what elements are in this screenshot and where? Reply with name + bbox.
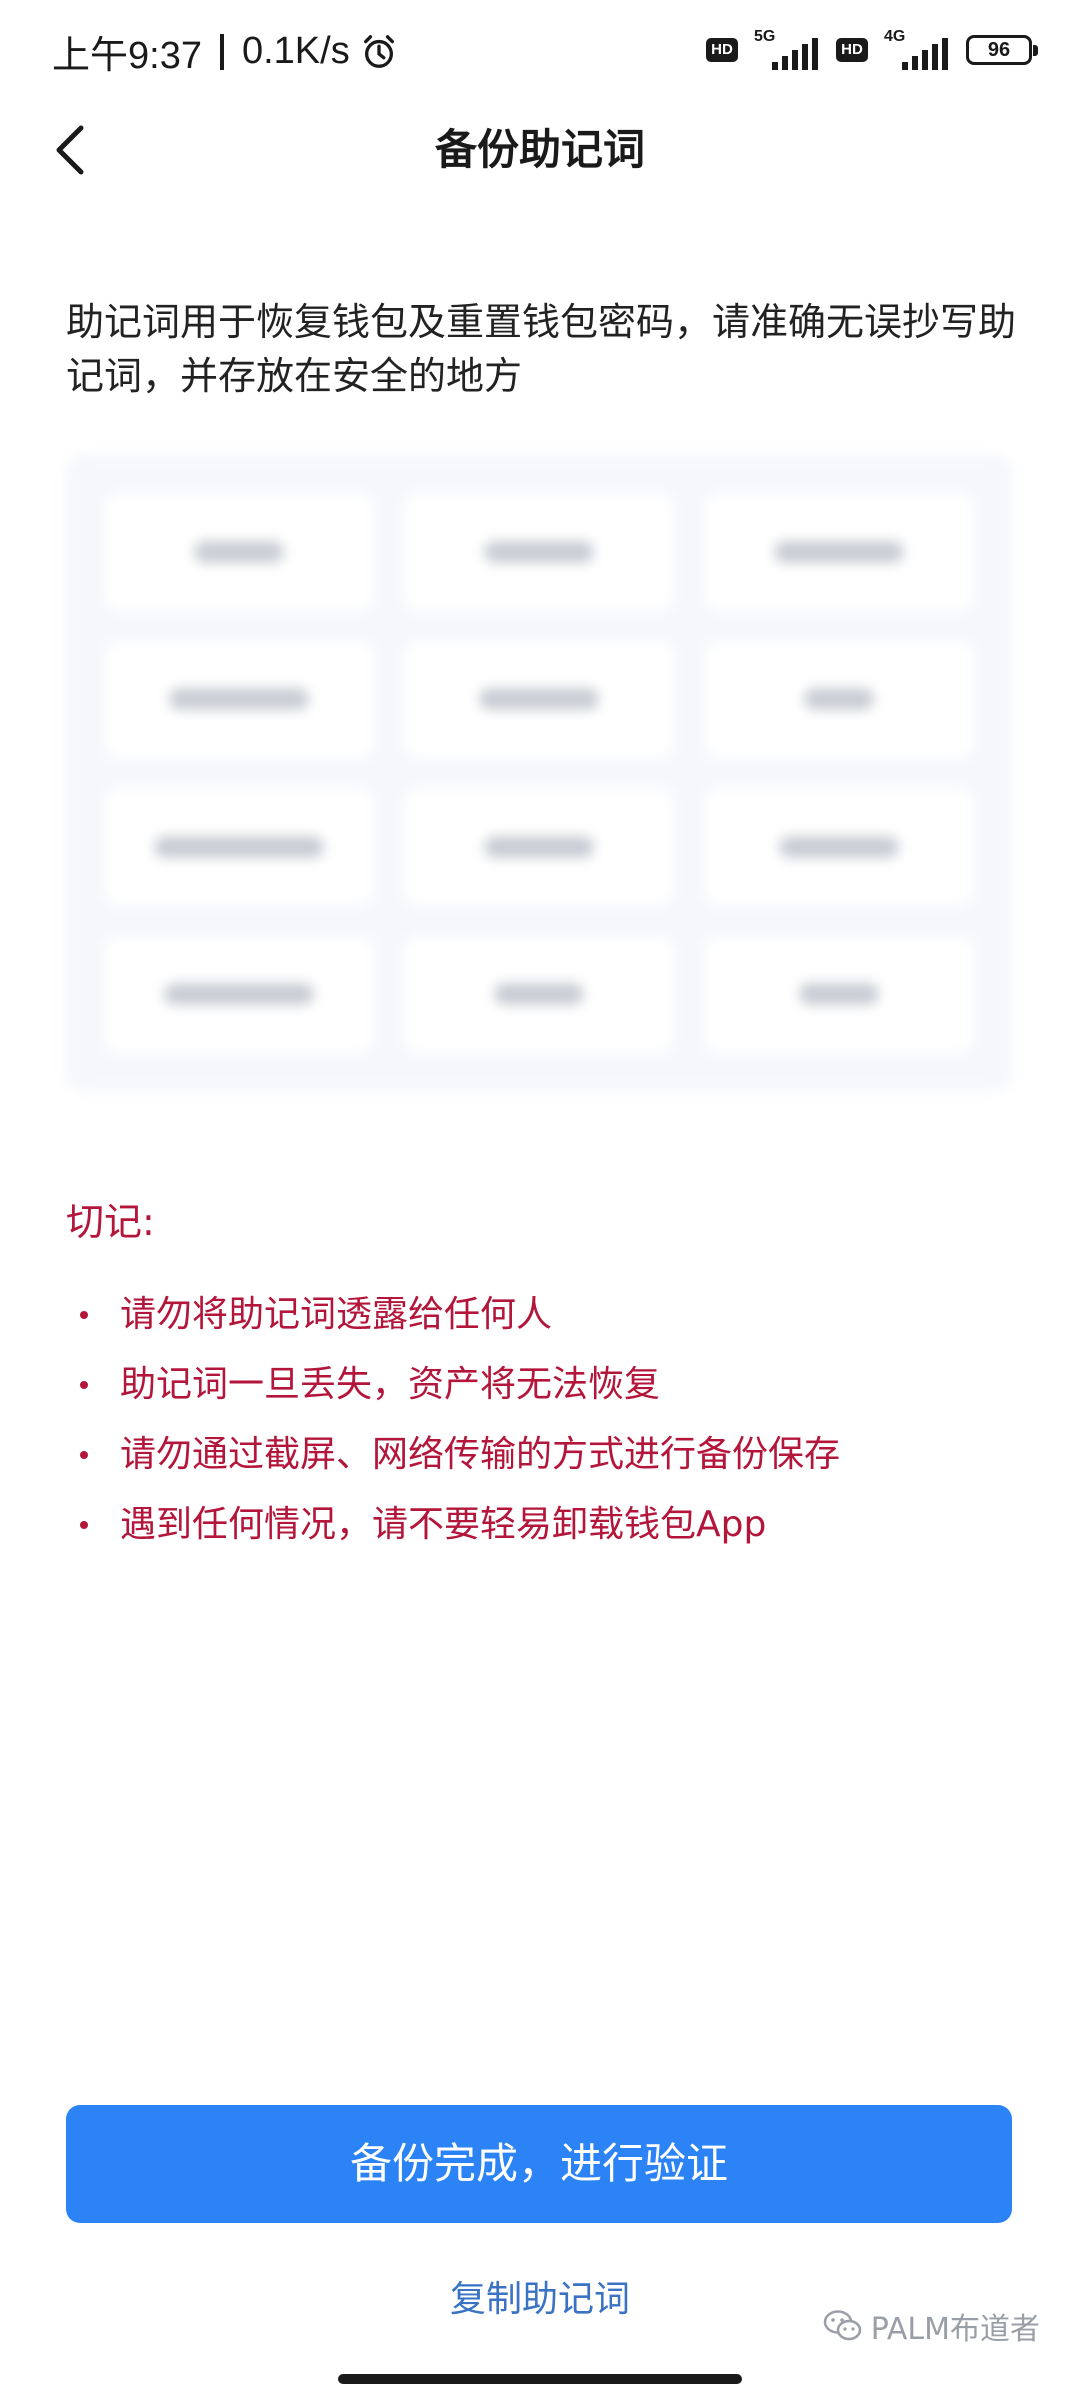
battery-level: 96: [987, 39, 1011, 61]
mnemonic-word: [104, 493, 374, 611]
battery-icon: 96: [966, 35, 1038, 65]
warning-item: 助记词一旦丢失，资产将无法恢复: [66, 1350, 1026, 1420]
mnemonic-word: [704, 935, 974, 1053]
mnemonic-word: [404, 493, 674, 611]
hd-badge-2: HD: [836, 38, 868, 62]
mnemonic-word: [104, 640, 374, 758]
alarm-icon: [363, 34, 394, 68]
wechat-icon: [823, 2310, 861, 2341]
hd-badge-1: HD: [706, 38, 738, 62]
network-5g: 5G: [752, 28, 822, 70]
mnemonic-word: [104, 788, 374, 906]
status-separator: [219, 33, 224, 70]
mnemonic-word: [104, 935, 374, 1053]
mnemonic-word: [404, 788, 674, 906]
page-title: 备份助记词: [434, 125, 645, 174]
mnemonic-grid: [66, 455, 1012, 1091]
warning-item: 遇到任何情况，请不要轻易卸载钱包App: [66, 1490, 1026, 1560]
mnemonic-word: [404, 935, 674, 1053]
mnemonic-word: [704, 788, 974, 906]
chevron-left-icon: [56, 125, 84, 175]
status-right: HD 5G HD 4G 96: [706, 28, 1038, 70]
signal-icon: [902, 38, 948, 70]
status-net-speed: 0.1K/s: [241, 30, 350, 72]
status-left: 上午9:37 0.1K/s: [52, 24, 398, 79]
status-time: 上午9:37: [52, 35, 202, 77]
description-text: 助记词用于恢复钱包及重置钱包密码，请准确无误抄写助记词，并存放在安全的地方: [66, 300, 1017, 398]
watermark-text: PALM布道者: [870, 2312, 1040, 2347]
network-4g: 4G: [882, 28, 952, 70]
warning-item: 请勿通过截屏、网络传输的方式进行备份保存: [66, 1420, 1026, 1490]
watermark: PALM布道者: [823, 2304, 1040, 2348]
status-bar: 上午9:37 0.1K/s HD 5G HD 4G 96: [0, 0, 1080, 100]
warning-heading: 切记:: [66, 1200, 155, 1244]
back-button[interactable]: [40, 120, 100, 180]
warning-item: 请勿将助记词透露给任何人: [66, 1280, 1026, 1350]
nav-bar: 备份助记词: [0, 100, 1080, 200]
mnemonic-word: [404, 640, 674, 758]
signal-icon: [772, 38, 818, 70]
warning-list: 请勿将助记词透露给任何人 助记词一旦丢失，资产将无法恢复 请勿通过截屏、网络传输…: [66, 1280, 1026, 1560]
mnemonic-word: [704, 640, 974, 758]
backup-done-verify-button[interactable]: 备份完成，进行验证: [66, 2105, 1012, 2223]
home-indicator[interactable]: [338, 2374, 742, 2384]
backup-mnemonic-screen: 上午9:37 0.1K/s HD 5G HD 4G 96 备份助记词 助记词用于…: [0, 0, 1080, 2400]
mnemonic-word: [704, 493, 974, 611]
